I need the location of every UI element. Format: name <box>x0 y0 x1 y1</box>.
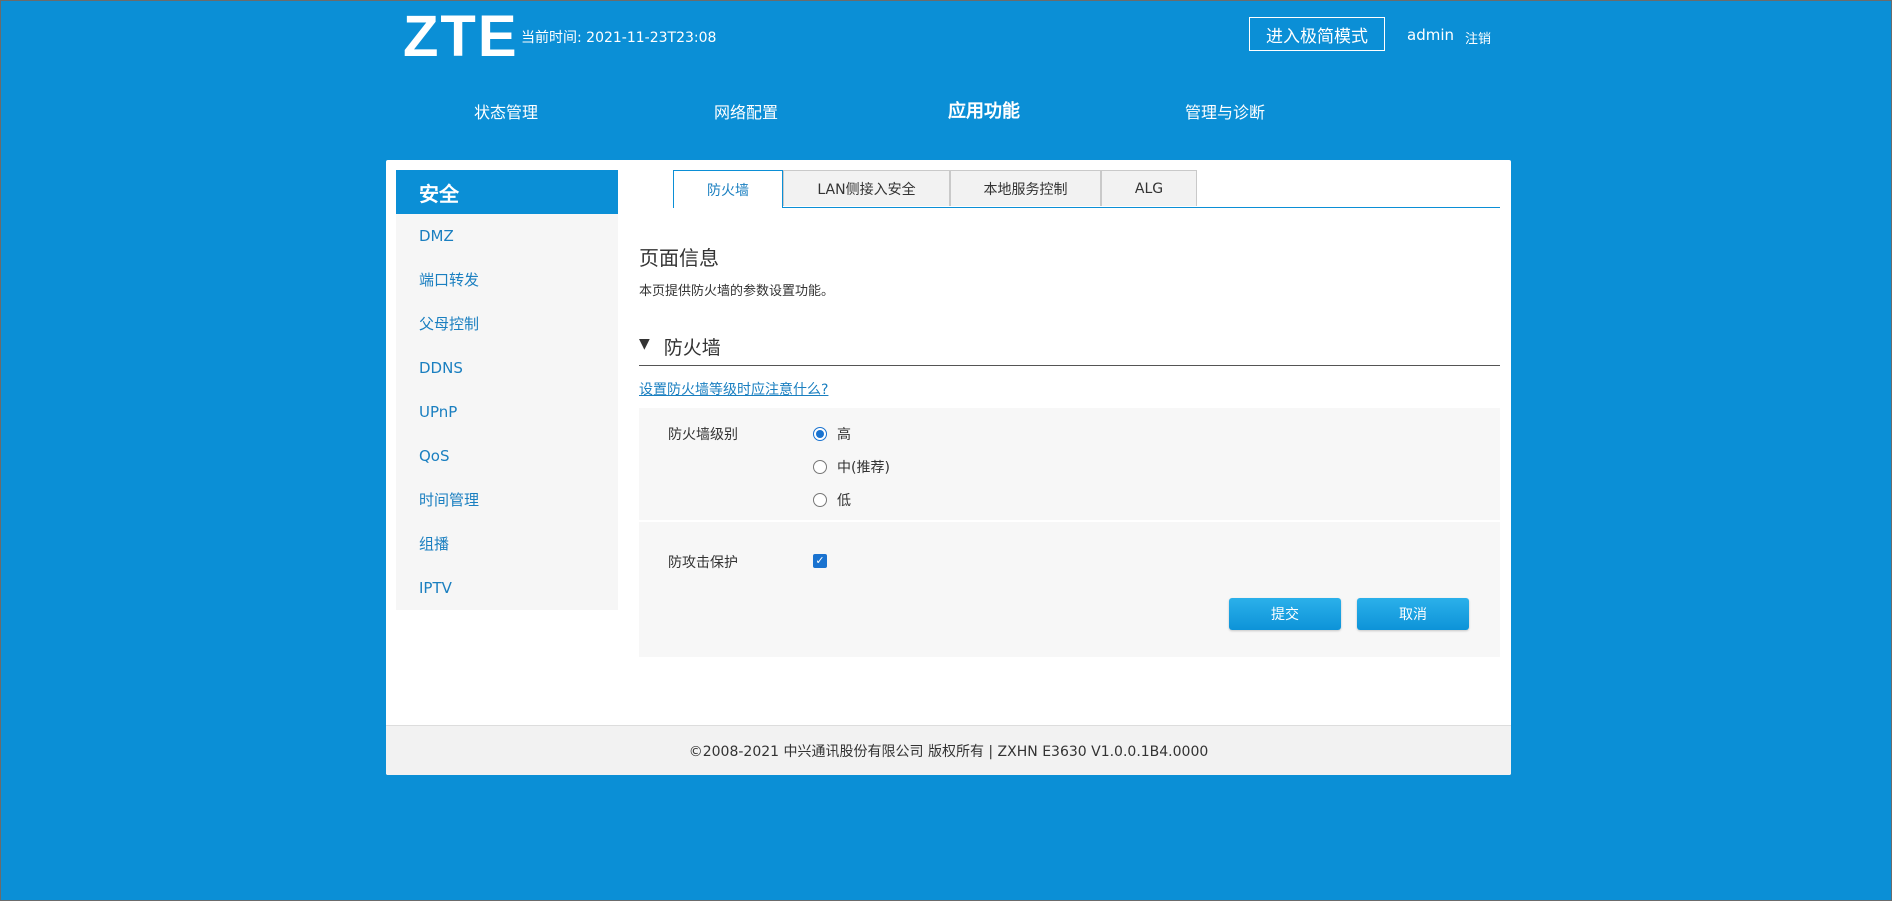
sidebar-title: 安全 <box>396 170 618 214</box>
firewall-form: 防火墙级别 高 中(推荐) 低 防攻击保护 ✓ 提交 取消 <box>639 408 1500 657</box>
simple-mode-button[interactable]: 进入极简模式 <box>1249 17 1385 51</box>
sidebar-item-ddns[interactable]: DDNS <box>396 346 618 390</box>
nav-status-management[interactable]: 状态管理 <box>474 99 538 123</box>
firewall-help-link[interactable]: 设置防火墙等级时应注意什么? <box>639 379 828 399</box>
nav-applications[interactable]: 应用功能 <box>948 97 1020 123</box>
radio-medium-label: 中(推荐) <box>837 460 890 476</box>
radio-low-label: 低 <box>837 493 851 509</box>
radio-high-label: 高 <box>837 427 851 443</box>
sidebar-item-time-management[interactable]: 时间管理 <box>396 478 618 522</box>
attack-protection-label: 防攻击保护 <box>668 555 738 571</box>
collapse-triangle-icon[interactable]: ▼ <box>639 336 650 352</box>
sidebar: 安全 DMZ 端口转发 父母控制 DDNS UPnP QoS 时间管理 组播 I… <box>396 170 618 610</box>
sidebar-item-multicast[interactable]: 组播 <box>396 522 618 566</box>
form-divider <box>639 520 1500 522</box>
sidebar-item-parental-control[interactable]: 父母控制 <box>396 302 618 346</box>
nav-network-config[interactable]: 网络配置 <box>714 99 778 123</box>
page-info-title: 页面信息 <box>639 246 719 270</box>
logout-link[interactable]: 注销 <box>1465 28 1491 47</box>
sidebar-item-iptv[interactable]: IPTV <box>396 566 618 610</box>
tab-firewall[interactable]: 防火墙 <box>673 170 783 208</box>
content-panel: 安全 DMZ 端口转发 父母控制 DDNS UPnP QoS 时间管理 组播 I… <box>386 160 1511 775</box>
page-info-description: 本页提供防火墙的参数设置功能。 <box>639 284 835 299</box>
firewall-level-medium-option[interactable]: 中(推荐) <box>813 457 890 477</box>
sidebar-item-dmz[interactable]: DMZ <box>396 214 618 258</box>
radio-high[interactable] <box>813 427 827 441</box>
submit-button[interactable]: 提交 <box>1229 598 1341 630</box>
current-time: 当前时间: 2021-11-23T23:08 <box>521 27 716 47</box>
current-time-label: 当前时间: <box>521 30 582 46</box>
zte-logo: ZTE <box>403 4 519 69</box>
username: admin <box>1407 26 1454 44</box>
firewall-section-title: 防火墙 <box>663 337 721 359</box>
attack-protection-checkbox[interactable]: ✓ <box>813 554 827 568</box>
tab-alg[interactable]: ALG <box>1101 170 1197 206</box>
cancel-button[interactable]: 取消 <box>1357 598 1469 630</box>
tab-bar: 防火墙 LAN侧接入安全 本地服务控制 ALG <box>673 170 1500 208</box>
sidebar-item-upnp[interactable]: UPnP <box>396 390 618 434</box>
current-time-value: 2021-11-23T23:08 <box>586 30 717 46</box>
sidebar-item-port-forwarding[interactable]: 端口转发 <box>396 258 618 302</box>
firewall-section-header[interactable]: ▼ 防火墙 <box>639 333 1500 366</box>
nav-management-diagnostics[interactable]: 管理与诊断 <box>1185 99 1265 123</box>
firewall-level-low-option[interactable]: 低 <box>813 490 851 510</box>
firewall-level-high-option[interactable]: 高 <box>813 424 851 444</box>
firewall-level-label: 防火墙级别 <box>668 427 738 443</box>
tab-local-service-control[interactable]: 本地服务控制 <box>950 170 1101 206</box>
tab-lan-access-security[interactable]: LAN侧接入安全 <box>783 170 950 206</box>
sidebar-item-qos[interactable]: QoS <box>396 434 618 478</box>
radio-medium[interactable] <box>813 460 827 474</box>
footer-copyright: ©2008-2021 中兴通讯股份有限公司 版权所有 | ZXHN E3630 … <box>386 725 1511 775</box>
radio-low[interactable] <box>813 493 827 507</box>
